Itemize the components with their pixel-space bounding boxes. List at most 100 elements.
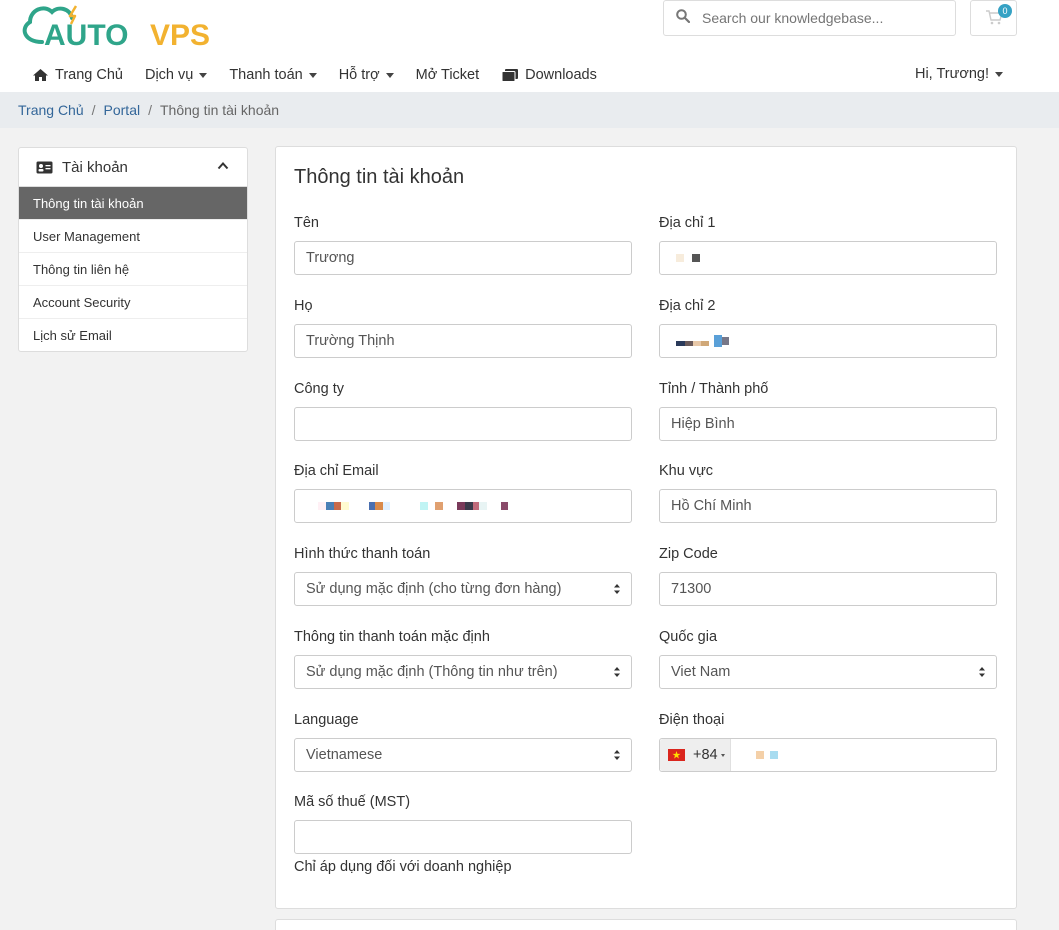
state-input[interactable]: Hồ Chí Minh xyxy=(659,489,997,523)
nav-support-label: Hỗ trợ xyxy=(338,67,380,83)
home-icon xyxy=(33,69,48,81)
billing-contact-select[interactable]: Sử dụng mặc định (Thông tin như trên) xyxy=(294,655,632,689)
phone-input[interactable]: +84 xyxy=(659,738,997,772)
cart-button[interactable]: 0 xyxy=(970,0,1017,36)
sidebar-item-label: Thông tin tài khoản xyxy=(33,195,144,211)
tax-id-help-text: Chỉ áp dụng đối với doanh nghiệp xyxy=(294,859,512,875)
phone-redacted-value xyxy=(756,751,778,759)
sidebar-item-label: User Management xyxy=(33,228,140,244)
cart-count-badge: 0 xyxy=(998,4,1012,18)
sidebar-item-contacts[interactable]: Thông tin liên hệ xyxy=(19,253,247,286)
billing-contact-value: Sử dụng mặc định (Thông tin như trên) xyxy=(306,664,558,680)
breadcrumb-separator: / xyxy=(91,102,96,118)
state-value: Hồ Chí Minh xyxy=(671,498,752,514)
downloads-icon xyxy=(501,69,519,82)
address1-label: Địa chỉ 1 xyxy=(659,215,716,231)
user-menu[interactable]: Hi, Trương! xyxy=(915,66,1003,82)
select-arrows-icon xyxy=(979,667,985,677)
language-select[interactable]: Vietnamese xyxy=(294,738,632,772)
phone-label: Điện thoại xyxy=(659,712,725,728)
breadcrumb-portal[interactable]: Portal xyxy=(104,102,141,118)
city-group: Tỉnh / Thành phố Hiệp Bình xyxy=(659,381,998,441)
address1-group: Địa chỉ 1 xyxy=(659,215,998,275)
sidebar-item-account-details[interactable]: Thông tin tài khoản xyxy=(19,187,247,220)
nav-open-ticket-label: Mở Ticket xyxy=(415,67,480,83)
email-input[interactable] xyxy=(294,489,632,523)
payment-method-select[interactable]: Sử dụng mặc định (cho từng đơn hàng) xyxy=(294,572,632,606)
first-name-group: Tên Trương xyxy=(294,215,633,275)
select-arrows-icon xyxy=(614,667,620,677)
last-name-input[interactable]: Trường Thịnh xyxy=(294,324,632,358)
billing-contact-group: Thông tin thanh toán mặc định Sử dụng mặ… xyxy=(294,629,633,689)
city-label: Tỉnh / Thành phố xyxy=(659,381,769,397)
country-label: Quốc gia xyxy=(659,629,718,645)
sidebar-item-label: Lịch sử Email xyxy=(33,328,112,343)
chevron-up-icon[interactable] xyxy=(217,160,229,172)
page-title: Thông tin tài khoản xyxy=(294,166,465,188)
first-name-value: Trương xyxy=(306,250,355,266)
nav-downloads[interactable]: Downloads xyxy=(501,67,597,83)
tax-id-input[interactable] xyxy=(294,820,632,854)
sidebar-item-label: Thông tin liên hệ xyxy=(33,261,130,277)
sidebar-title: Tài khoản xyxy=(62,158,128,176)
email-group: Địa chỉ Email xyxy=(294,463,633,523)
last-name-group: Họ Trường Thịnh xyxy=(294,298,633,358)
nav-billing-label: Thanh toán xyxy=(229,67,303,83)
nav-support[interactable]: Hỗ trợ xyxy=(339,67,394,83)
email-redacted-value xyxy=(318,502,508,510)
logo-text-auto: AUTO xyxy=(44,19,128,48)
caret-down-icon xyxy=(720,753,725,757)
address1-input[interactable] xyxy=(659,241,997,275)
search-input[interactable] xyxy=(702,10,942,26)
address1-redacted-value xyxy=(676,254,700,262)
caret-down-icon xyxy=(995,71,1003,77)
caret-down-icon xyxy=(199,72,208,78)
nav-open-ticket[interactable]: Mở Ticket xyxy=(416,67,480,83)
search-box[interactable] xyxy=(663,0,956,36)
payment-method-label: Hình thức thanh toán xyxy=(294,546,431,562)
phone-country-selector[interactable]: +84 xyxy=(660,739,731,771)
nav-services-label: Dịch vụ xyxy=(144,67,194,83)
company-group: Công ty xyxy=(294,381,633,441)
breadcrumb-home[interactable]: Trang Chủ xyxy=(18,102,84,118)
state-group: Khu vực Hồ Chí Minh xyxy=(659,463,998,523)
postcode-input[interactable]: 71300 xyxy=(659,572,997,606)
address2-label: Địa chỉ 2 xyxy=(659,298,716,314)
country-value: Viet Nam xyxy=(671,664,731,680)
header: AUTO VPS 0 Trang Chủ Dịch vụ Thanh toán … xyxy=(0,0,1059,92)
country-select[interactable]: Viet Nam xyxy=(659,655,997,689)
postcode-group: Zip Code 71300 xyxy=(659,546,998,606)
nav-billing[interactable]: Thanh toán xyxy=(229,67,317,83)
last-name-label: Họ xyxy=(294,298,313,314)
company-input[interactable] xyxy=(294,407,632,441)
payment-method-group: Hình thức thanh toán Sử dụng mặc định (c… xyxy=(294,546,633,606)
tax-id-label: Mã số thuế (MST) xyxy=(294,794,411,810)
secondary-card xyxy=(275,919,1017,930)
nav-home[interactable]: Trang Chủ xyxy=(32,67,123,83)
autovps-logo[interactable]: AUTO VPS xyxy=(18,2,218,48)
nav-services[interactable]: Dịch vụ xyxy=(144,67,208,83)
vietnam-flag-icon xyxy=(668,749,685,761)
tax-id-group: Mã số thuế (MST) Chỉ áp dụng đối với doa… xyxy=(294,794,633,875)
first-name-label: Tên xyxy=(294,215,319,231)
search-icon xyxy=(664,9,702,27)
address2-redacted-value xyxy=(676,335,729,347)
breadcrumb-separator: / xyxy=(148,102,152,118)
sidebar-header[interactable]: Tài khoản xyxy=(19,148,247,187)
last-name-value: Trường Thịnh xyxy=(306,333,395,349)
phone-group: Điện thoại +84 xyxy=(659,712,998,772)
email-label: Địa chỉ Email xyxy=(294,463,379,479)
language-label: Language xyxy=(294,712,359,728)
caret-down-icon xyxy=(385,72,394,78)
country-group: Quốc gia Viet Nam xyxy=(659,629,998,689)
address2-group: Địa chỉ 2 xyxy=(659,298,998,358)
sidebar-item-email-history[interactable]: Lịch sử Email xyxy=(19,319,247,352)
sidebar-item-account-security[interactable]: Account Security xyxy=(19,286,247,319)
first-name-input[interactable]: Trương xyxy=(294,241,632,275)
main-nav: Trang Chủ Dịch vụ Thanh toán Hỗ trợ Mở T… xyxy=(32,62,619,88)
sidebar-item-user-management[interactable]: User Management xyxy=(19,220,247,253)
state-label: Khu vực xyxy=(659,463,714,479)
address2-input[interactable] xyxy=(659,324,997,358)
city-input[interactable]: Hiệp Bình xyxy=(659,407,997,441)
breadcrumb: Trang Chủ / Portal / Thông tin tài khoản xyxy=(0,92,1059,128)
